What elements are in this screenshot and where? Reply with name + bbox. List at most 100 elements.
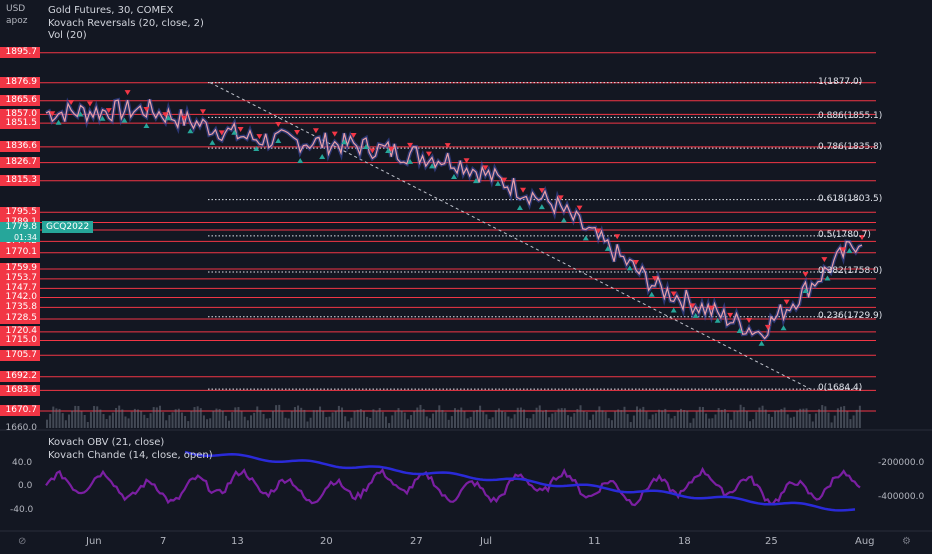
volume-bar (573, 413, 576, 428)
volume-bar (705, 413, 708, 428)
volume-bar (752, 419, 755, 428)
sub-tick-minus40: -40.0 (10, 505, 34, 515)
volume-bar (645, 411, 648, 428)
volume-bar (852, 415, 855, 428)
volume-bar (77, 405, 80, 428)
volume-bar (52, 406, 55, 428)
legend-kovach-reversals[interactable]: Kovach Reversals (20, close, 2) (48, 18, 204, 30)
volume-bar (306, 421, 309, 428)
volume-bar (240, 411, 243, 428)
volume-bar (447, 419, 450, 428)
volume-bar (475, 409, 478, 428)
volume-bar (686, 410, 689, 428)
volume-bar (155, 407, 158, 428)
volume-bar (507, 416, 510, 428)
volume-bar (792, 416, 795, 428)
volume-bar (488, 419, 491, 428)
volume-bar (582, 410, 585, 428)
volume-bar (416, 407, 419, 428)
volume-bar (265, 418, 268, 428)
volume-bar (604, 411, 607, 428)
volume-bar (723, 409, 726, 428)
volume-bar (319, 406, 322, 428)
volume-bar (664, 408, 667, 428)
volume-bar (441, 410, 444, 428)
volume-bar (312, 410, 315, 428)
volume-bar (588, 419, 591, 428)
volume-bar (49, 413, 52, 428)
price-tag: 1770.1 (0, 247, 40, 259)
volume-bar (337, 405, 340, 428)
volume-bar (843, 406, 846, 428)
volume-bar (566, 415, 569, 428)
volume-bar (513, 414, 516, 428)
volume-bar (745, 410, 748, 428)
volume-bar (654, 413, 657, 428)
price-tag: 1826.7 (0, 157, 40, 169)
volume-bar (639, 408, 642, 428)
volume-bar (105, 419, 108, 428)
volume-bar (532, 414, 535, 428)
zoom-icon[interactable]: ⊘ (18, 536, 26, 547)
volume-bar (143, 414, 146, 428)
volume-bar (727, 413, 730, 428)
settings-icon[interactable]: ⚙ (902, 536, 911, 547)
volume-bar (275, 405, 278, 428)
volume-bar (206, 419, 209, 428)
volume-bar (271, 410, 274, 428)
volume-bar (802, 408, 805, 428)
legend-symbol[interactable]: Gold Futures, 30, COMEX (48, 5, 173, 17)
price-tag: 1815.3 (0, 175, 40, 187)
volume-bar (648, 419, 651, 428)
volume-bar (708, 418, 711, 428)
volume-bar (538, 405, 541, 428)
chart-area[interactable] (0, 0, 932, 550)
volume-bar (541, 410, 544, 428)
volume-bar (444, 412, 447, 428)
volume-bar (190, 410, 193, 428)
volume-bar (526, 418, 529, 428)
volume-bar (309, 417, 312, 428)
volume-bar (228, 420, 231, 428)
chart-canvas[interactable] (0, 0, 932, 550)
volume-bar (400, 410, 403, 428)
sub-tick-0: 0.0 (18, 481, 33, 491)
fib-label: 0.5(1780.7) (818, 229, 871, 240)
volume-bar (607, 418, 610, 428)
symbol-badge[interactable]: GCQ2022 (42, 221, 94, 233)
volume-bar (836, 408, 839, 428)
legend-kovach-chande[interactable]: Kovach Chande (14, close, open) (48, 450, 213, 462)
volume-bar (494, 410, 497, 428)
legend-kovach-obv[interactable]: Kovach OBV (21, close) (48, 437, 164, 449)
volume-bar (293, 407, 296, 428)
volume-bar (548, 417, 551, 428)
volume-bar (328, 416, 331, 428)
volume-bar (463, 411, 466, 428)
volume-bar (322, 411, 325, 428)
volume-bar (717, 408, 720, 428)
volume-bar (808, 414, 811, 428)
volume-bar (758, 407, 761, 428)
volume-bar (221, 410, 224, 428)
volume-bar (679, 408, 682, 428)
volume-bar (83, 414, 86, 428)
volume-bar (413, 411, 416, 428)
volume-bar (246, 420, 249, 428)
volume-bar (497, 408, 500, 428)
volume-bar (799, 408, 802, 428)
volume-bar (137, 409, 140, 428)
volume-bar (755, 412, 758, 428)
volume-bar (786, 414, 789, 428)
volume-bar (629, 422, 632, 428)
volume-bar (855, 409, 858, 428)
obv-tick-400k: -400000.0 (878, 492, 925, 502)
volume-bar (720, 409, 723, 428)
volume-bar (601, 410, 604, 428)
volume-bar (58, 408, 61, 428)
volume-bar (224, 415, 227, 428)
volume-bar (479, 405, 482, 428)
fib-label: 0.786(1835.8) (818, 142, 883, 153)
volume-bar (482, 411, 485, 428)
volume-bar (767, 413, 770, 428)
legend-volume[interactable]: Vol (20) (48, 30, 87, 42)
